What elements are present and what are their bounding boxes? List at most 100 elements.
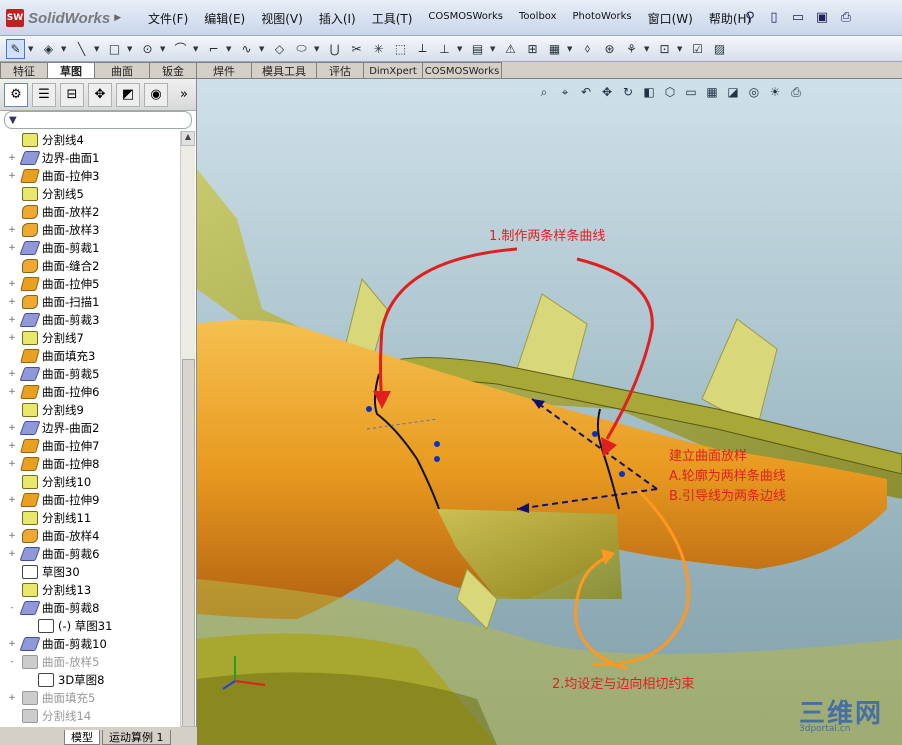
ellipse-icon[interactable]: ⬭	[292, 39, 311, 59]
expand-icon[interactable]: +	[6, 315, 18, 325]
tree-item[interactable]: 分割线4	[0, 131, 180, 149]
tree-item[interactable]: + 曲面-剪裁3	[0, 311, 180, 329]
dropdown-arrow-icon[interactable]: ▼	[677, 45, 685, 53]
expand-icon[interactable]: +	[6, 279, 18, 289]
expand-icon[interactable]: +	[6, 369, 18, 379]
tree-item[interactable]: 分割线11	[0, 509, 180, 527]
expand-icon[interactable]: +	[6, 243, 18, 253]
collapse-icon[interactable]: -	[6, 603, 18, 613]
menu-item[interactable]: 视图(V)	[253, 10, 311, 27]
image-icon[interactable]: ▨	[710, 39, 729, 59]
surface-spline-icon[interactable]: ◇	[270, 39, 289, 59]
more-tabs-icon[interactable]: »	[172, 83, 196, 107]
expand-icon[interactable]: +	[6, 387, 18, 397]
command-tab[interactable]: COSMOSWorks	[422, 62, 502, 79]
tree-item[interactable]: + 曲面-拉伸5	[0, 275, 180, 293]
tree-item[interactable]: + 曲面-剪裁1	[0, 239, 180, 257]
tree-item[interactable]: (-) 草图31	[0, 617, 180, 635]
menu-item[interactable]: 文件(F)	[140, 10, 196, 27]
pin-icon[interactable]: ⚲	[740, 6, 760, 28]
instant3d-icon[interactable]: ⊡	[655, 39, 674, 59]
expand-icon[interactable]: +	[6, 423, 18, 433]
tree-filter-input[interactable]: ▼	[4, 111, 192, 129]
expand-icon[interactable]: +	[6, 495, 18, 505]
grid-icon[interactable]: ⊞	[523, 39, 542, 59]
edit-appearance-icon[interactable]: ◪	[724, 83, 742, 101]
rectangle-icon[interactable]: □	[105, 39, 124, 59]
collapse-icon[interactable]: -	[6, 657, 18, 667]
relations-icon[interactable]: ⊥	[435, 39, 454, 59]
command-tab[interactable]: 特征	[0, 62, 48, 79]
sketch-icon[interactable]: ✎	[6, 38, 25, 59]
dropdown-arrow-icon[interactable]: ▼	[457, 45, 465, 53]
scroll-up-icon[interactable]: ▲	[181, 131, 195, 146]
tree-item[interactable]: + 曲面-拉伸8	[0, 455, 180, 473]
fillet-icon[interactable]: ⌐	[204, 39, 223, 59]
tree-item[interactable]: - 曲面-剪裁8	[0, 599, 180, 617]
new-document-icon[interactable]: ▯	[764, 6, 784, 28]
tree-item[interactable]: 曲面填充3	[0, 347, 180, 365]
command-tab[interactable]: 模具工具	[251, 62, 317, 79]
pan-icon[interactable]: ✥	[598, 83, 616, 101]
tree-item[interactable]: + 曲面-剪裁10	[0, 635, 180, 653]
move-entities-icon[interactable]: ⬨	[578, 39, 597, 59]
rotate-icon[interactable]: ↻	[619, 83, 637, 101]
arc-icon[interactable]: ⌒	[171, 39, 190, 59]
menu-item[interactable]: 编辑(E)	[196, 10, 253, 27]
feature-tree-tab-icon[interactable]: ⚙	[4, 82, 28, 107]
menu-item[interactable]: Toolbox	[511, 10, 565, 27]
tree-item[interactable]: 3D草图8	[0, 671, 180, 689]
tree-item[interactable]: + 曲面-拉伸3	[0, 167, 180, 185]
tree-item[interactable]: 曲面-放样2	[0, 203, 180, 221]
save-icon[interactable]: ▣	[812, 6, 832, 28]
expand-icon[interactable]: +	[6, 333, 18, 343]
dropdown-arrow-icon[interactable]: ▼	[127, 45, 135, 53]
construction-geometry-icon[interactable]: ⬚	[391, 39, 410, 59]
display-style-icon[interactable]: ▭	[682, 83, 700, 101]
previous-view-icon[interactable]: ↶	[577, 83, 595, 101]
tree-item[interactable]: + 曲面-拉伸7	[0, 437, 180, 455]
expand-icon[interactable]: +	[6, 693, 18, 703]
quick-snaps-icon[interactable]: ☑	[688, 39, 707, 59]
expand-icon[interactable]: +	[6, 297, 18, 307]
view-orientation-icon[interactable]: ⬡	[661, 83, 679, 101]
menu-item[interactable]: COSMOSWorks	[420, 10, 511, 27]
dropdown-arrow-icon[interactable]: ▼	[314, 45, 322, 53]
tree-item[interactable]: + 分割线7	[0, 329, 180, 347]
command-tab[interactable]: 草图	[47, 62, 95, 79]
command-tab[interactable]: DimXpert	[363, 62, 423, 79]
tree-item[interactable]: + 曲面-剪裁6	[0, 545, 180, 563]
dropdown-arrow-icon[interactable]: ▼	[160, 45, 168, 53]
tree-item[interactable]: + 边界-曲面2	[0, 419, 180, 437]
block-icon[interactable]: ▦	[545, 39, 564, 59]
tree-item[interactable]: 草图30	[0, 563, 180, 581]
warning-icon[interactable]: ⚠	[501, 39, 520, 59]
scroll-thumb[interactable]	[182, 359, 195, 739]
circle-icon[interactable]: ⊙	[138, 39, 157, 59]
expand-icon[interactable]: +	[6, 441, 18, 451]
command-tab[interactable]: 曲面	[94, 62, 150, 79]
zoom-to-fit-icon[interactable]: ⌕	[535, 83, 553, 101]
tree-item[interactable]: + 曲面-拉伸6	[0, 383, 180, 401]
expand-icon[interactable]: +	[6, 225, 18, 235]
dropdown-arrow-icon[interactable]: ▼	[28, 45, 36, 53]
expand-icon[interactable]: +	[6, 549, 18, 559]
mirror-icon[interactable]: ⟂	[413, 39, 432, 59]
repair-icon[interactable]: ▤	[468, 39, 487, 59]
line-icon[interactable]: ╲	[72, 39, 91, 59]
menu-item[interactable]: 工具(T)	[364, 10, 421, 27]
dropdown-arrow-icon[interactable]: ▼	[193, 45, 201, 53]
tree-item[interactable]: 分割线5	[0, 185, 180, 203]
open-folder-icon[interactable]: ▭	[788, 6, 808, 28]
trim-icon[interactable]: ✂	[347, 39, 366, 59]
property-manager-tab-icon[interactable]: ☰	[32, 82, 56, 107]
dropdown-arrow-icon[interactable]: ▼	[259, 45, 267, 53]
tree-item[interactable]: + 曲面-剪裁5	[0, 365, 180, 383]
section-view-icon[interactable]: ◧	[640, 83, 658, 101]
graphics-area[interactable]: ⌕ ⌖ ↶ ✥ ↻ ◧ ⬡ ▭ ▦ ◪ ◎ ☀ ⎙ 1.制作两条样条曲线 建立曲…	[197, 79, 902, 745]
tree-item[interactable]: + 曲面-拉伸9	[0, 491, 180, 509]
dropdown-arrow-icon[interactable]: ▼	[567, 45, 575, 53]
point-icon[interactable]: ✳	[369, 39, 388, 59]
logo-flyout-icon[interactable]: ▶	[114, 13, 121, 23]
expand-icon[interactable]: +	[6, 171, 18, 181]
